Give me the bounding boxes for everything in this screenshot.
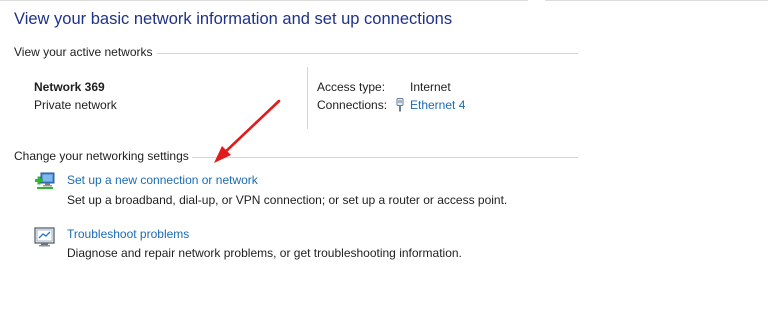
troubleshoot-problems-description: Diagnose and repair network problems, or… [67,246,462,260]
setup-new-connection-link[interactable]: Set up a new connection or network [67,173,258,187]
troubleshoot-icon [34,227,55,247]
network-details-divider [307,67,308,129]
networking-settings-divider [192,157,578,158]
networking-settings-header: Change your networking settings [14,149,189,163]
setup-new-connection-description: Set up a broadband, dial-up, or VPN conn… [67,193,508,207]
access-type-value: Internet [410,80,451,94]
ethernet-plug-icon [396,98,404,112]
top-separator [0,0,528,1]
ethernet-connection-link[interactable]: Ethernet 4 [410,98,465,112]
network-category-link[interactable]: Private network [34,98,117,112]
connections-label: Connections: [317,98,388,112]
new-connection-icon [35,172,55,189]
top-separator-right [545,0,768,1]
network-name: Network 369 [34,80,105,94]
troubleshoot-problems-link[interactable]: Troubleshoot problems [67,227,189,241]
active-networks-divider [157,53,578,54]
active-networks-header: View your active networks [14,45,153,59]
access-type-label: Access type: [317,80,386,94]
page-title: View your basic network information and … [14,10,453,28]
